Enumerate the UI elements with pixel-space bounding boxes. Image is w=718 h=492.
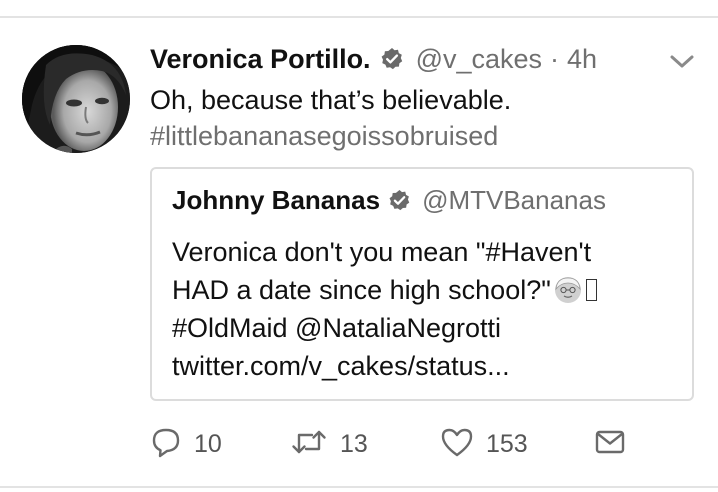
verified-badge-icon [388,189,411,212]
separator-dot: · [550,43,560,74]
quoted-link: twitter.com/v_cakes/status... [172,351,510,381]
quoted-user-handle: @MTVBananas [422,185,606,215]
user-handle[interactable]: @v_cakes [416,44,542,75]
retweet-icon [290,426,328,463]
retweet-button[interactable]: 13 [290,424,368,464]
quoted-line-with-emoji: HAD a date since high school?" [172,271,672,309]
top-divider [0,16,718,18]
tweet-card: Veronica Portillo. @v_cakes · 4h Oh, bec… [0,0,718,492]
action-bar: 10 13 153 [150,424,650,464]
quoted-line: Veronica don't you mean "#Haven't [172,237,592,267]
timestamp[interactable]: 4h [567,44,597,75]
tweet-text: Oh, because that’s believable. [150,85,512,115]
quoted-tweet-header: Johnny Bananas @MTVBananas [172,185,606,216]
quoted-display-name: Johnny Bananas [172,185,381,215]
quoted-line: HAD a date since high school?" [172,275,551,305]
chevron-down-icon[interactable] [668,52,696,72]
display-name[interactable]: Veronica Portillo. [150,44,371,75]
quoted-tweet[interactable]: Johnny Bananas @MTVBananas Veronica don'… [150,167,694,401]
envelope-icon [594,428,626,461]
tweet-header: Veronica Portillo. @v_cakes · 4h [150,40,597,78]
retweet-count: 13 [340,429,368,458]
bottom-divider [0,486,718,488]
missing-glyph-box [585,279,597,301]
hashtag-link[interactable]: #littlebananasegoissobruised [150,118,498,154]
older-woman-emoji [553,275,583,305]
quoted-tweet-text: Veronica don't you mean "#Haven't HAD a … [172,233,672,385]
heart-icon [440,426,474,463]
like-count: 153 [486,429,528,458]
verified-badge-icon [380,47,404,71]
like-button[interactable]: 153 [440,424,528,464]
reply-button[interactable]: 10 [150,424,222,464]
reply-bubble-icon [150,426,182,463]
avatar[interactable] [22,45,130,153]
reply-count: 10 [194,429,222,458]
quoted-line: #OldMaid @NataliaNegrotti [172,313,502,343]
direct-message-button[interactable] [594,424,626,464]
